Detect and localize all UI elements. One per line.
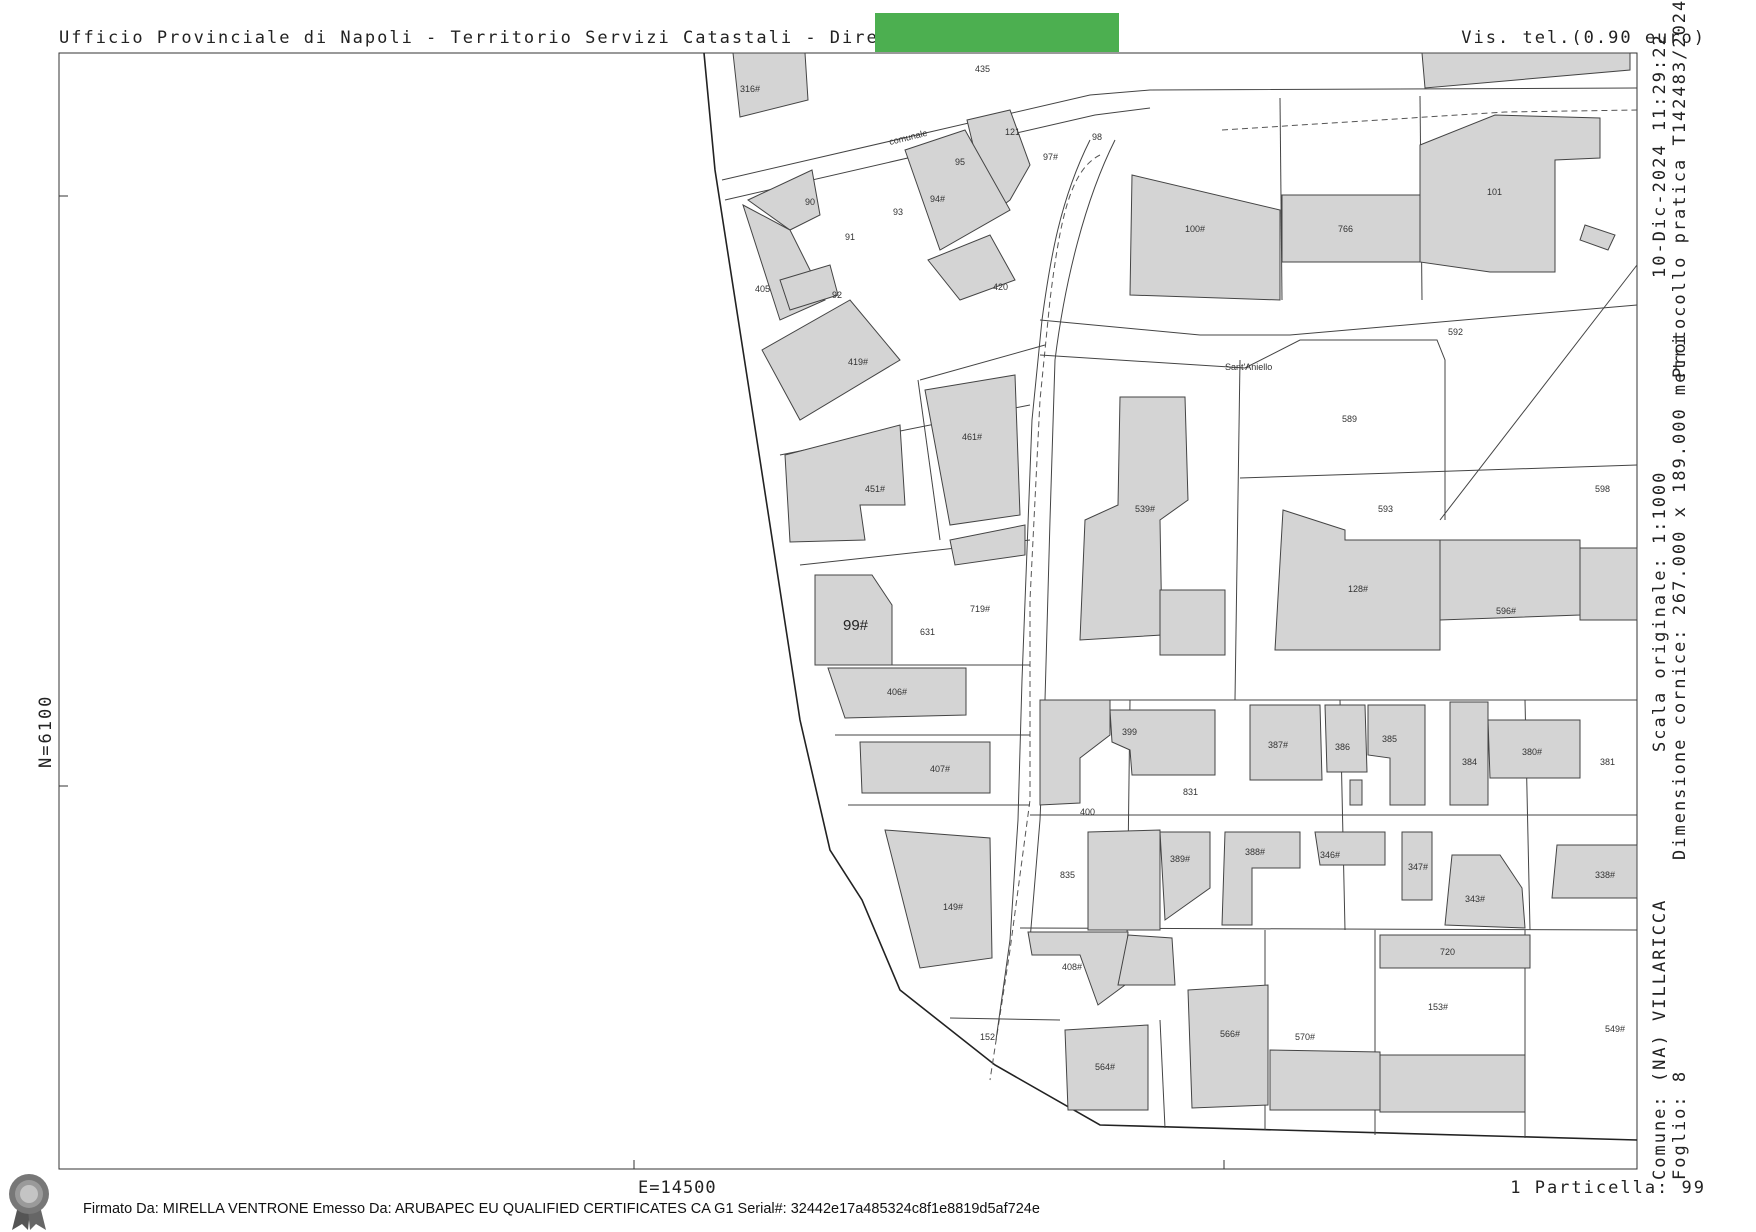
side-foglio: Foglio: 8 xyxy=(1670,1069,1690,1180)
building-101 xyxy=(1419,114,1601,273)
side-comune: Comune: (NA) VILLARICCA xyxy=(1650,898,1670,1180)
parcel-label: 92 xyxy=(832,290,842,300)
parcel-label: 592 xyxy=(1448,327,1463,337)
parcel-label: 387# xyxy=(1268,740,1288,750)
side-dimensione: Dimensione cornice: 267.000 x 189.000 me… xyxy=(1670,333,1690,860)
parcel-label: 835 xyxy=(1060,870,1075,880)
parcel-label: 631 xyxy=(920,627,935,637)
parcel-label: 407# xyxy=(930,764,950,774)
parcel-label: 128# xyxy=(1348,584,1368,594)
parcel-label: 152 xyxy=(980,1032,995,1042)
building-461 xyxy=(924,374,1021,526)
parcel-label: 386 xyxy=(1335,742,1350,752)
building-top-right xyxy=(1421,52,1631,89)
building-407 xyxy=(859,741,991,794)
building-343 xyxy=(1444,854,1526,929)
building-149 xyxy=(884,829,993,969)
building-400 xyxy=(1039,699,1111,806)
building-388 xyxy=(1221,831,1301,926)
building-385 xyxy=(1367,704,1426,806)
side-protocollo: Protocollo pratica T142483/2024 xyxy=(1670,0,1690,378)
parcel-label: 384 xyxy=(1462,757,1477,767)
road-edge xyxy=(1039,304,1638,336)
parcel-label: 570# xyxy=(1295,1032,1315,1042)
parcel-label: 461# xyxy=(962,432,982,442)
parcel-label: 596# xyxy=(1496,606,1516,616)
parcel-label: 419# xyxy=(848,357,868,367)
digital-signature-text: Firmato Da: MIRELLA VENTRONE Emesso Da: … xyxy=(83,1201,1040,1217)
building-385-small xyxy=(1349,779,1363,806)
parcel-label: 388# xyxy=(1245,847,1265,857)
building-451 xyxy=(784,424,906,543)
parcel-label: 435 xyxy=(975,64,990,74)
parcel-label: 346# xyxy=(1320,850,1340,860)
parcel-label: 400 xyxy=(1080,807,1095,817)
building-128 xyxy=(1274,509,1441,651)
parcel-label: 121 xyxy=(1005,127,1020,137)
building-small-719-top xyxy=(949,524,1026,566)
side-scala: Scala originale: 1:1000 xyxy=(1650,470,1670,752)
parcel-label: 593 xyxy=(1378,504,1393,514)
building-346 xyxy=(1314,831,1386,866)
building-153 xyxy=(1379,1054,1526,1113)
parcel-label: 831 xyxy=(1183,787,1198,797)
road-label: Sant'Aniello xyxy=(1225,362,1272,372)
parcel-label: 420 xyxy=(993,282,1008,292)
coordinate-est: E=14500 xyxy=(638,1178,717,1198)
parcel-label: 451# xyxy=(865,484,885,494)
cadastral-map: 316# 435 121 95 97# 98 90 91 93 94# 405 … xyxy=(58,52,1638,1170)
side-date: 10-Dic-2024 11:29:22 xyxy=(1650,33,1670,278)
parcel-label: 380# xyxy=(1522,747,1542,757)
parcel-label: 101 xyxy=(1487,187,1502,197)
parcel-label: 389# xyxy=(1170,854,1190,864)
particella-count: 1 Particella: 99 xyxy=(1510,1178,1706,1198)
building-408-b xyxy=(1117,934,1176,986)
building-596-b xyxy=(1579,547,1638,621)
parcel-label: 381 xyxy=(1600,757,1615,767)
parcel-label-selected: 99# xyxy=(843,617,869,634)
building-539-b xyxy=(1159,589,1226,656)
parcel-label: 338# xyxy=(1595,870,1615,880)
parcel-label: 94# xyxy=(930,194,945,204)
building-570 xyxy=(1269,1049,1381,1111)
parcel-label: 97# xyxy=(1043,152,1058,162)
building-566 xyxy=(1187,984,1269,1109)
parcel-label: 539# xyxy=(1135,504,1155,514)
parcel-label: 153# xyxy=(1428,1002,1448,1012)
building-835 xyxy=(1087,829,1161,931)
parcel-label: 98 xyxy=(1092,132,1102,142)
parcel-label: 564# xyxy=(1095,1062,1115,1072)
building-399 xyxy=(1109,709,1216,776)
parcel-label: 589 xyxy=(1342,414,1357,424)
parcel-label: 406# xyxy=(887,687,907,697)
building-small-right xyxy=(1579,224,1616,251)
parcel-label: 408# xyxy=(1062,962,1082,972)
building-100 xyxy=(1129,174,1281,301)
seal-icon xyxy=(9,1174,49,1230)
building-389 xyxy=(1159,831,1211,921)
parcel-label: 549# xyxy=(1605,1024,1625,1034)
parcel-label: 720 xyxy=(1440,947,1455,957)
parcel-label: 95 xyxy=(955,157,965,167)
parcel-label: 719# xyxy=(970,604,990,614)
parcel-label: 91 xyxy=(845,232,855,242)
parcel-label: 90 xyxy=(805,197,815,207)
building-384 xyxy=(1449,701,1489,806)
parcel-label: 93 xyxy=(893,207,903,217)
parcel-label: 100# xyxy=(1185,224,1205,234)
building-386 xyxy=(1324,704,1368,773)
parcel-label: 399 xyxy=(1122,727,1137,737)
coordinate-nord: N=6100 xyxy=(36,694,56,768)
parcel-label: 566# xyxy=(1220,1029,1240,1039)
parcel-label: 149# xyxy=(943,902,963,912)
parcel-label: 405 xyxy=(755,284,770,294)
parcel-label: 385 xyxy=(1382,734,1397,744)
parcel-label: 316# xyxy=(740,84,760,94)
parcel-label: 347# xyxy=(1408,862,1428,872)
parcel-label: 343# xyxy=(1465,894,1485,904)
parcel-label: 766 xyxy=(1338,224,1353,234)
parcel-label: 598 xyxy=(1595,484,1610,494)
